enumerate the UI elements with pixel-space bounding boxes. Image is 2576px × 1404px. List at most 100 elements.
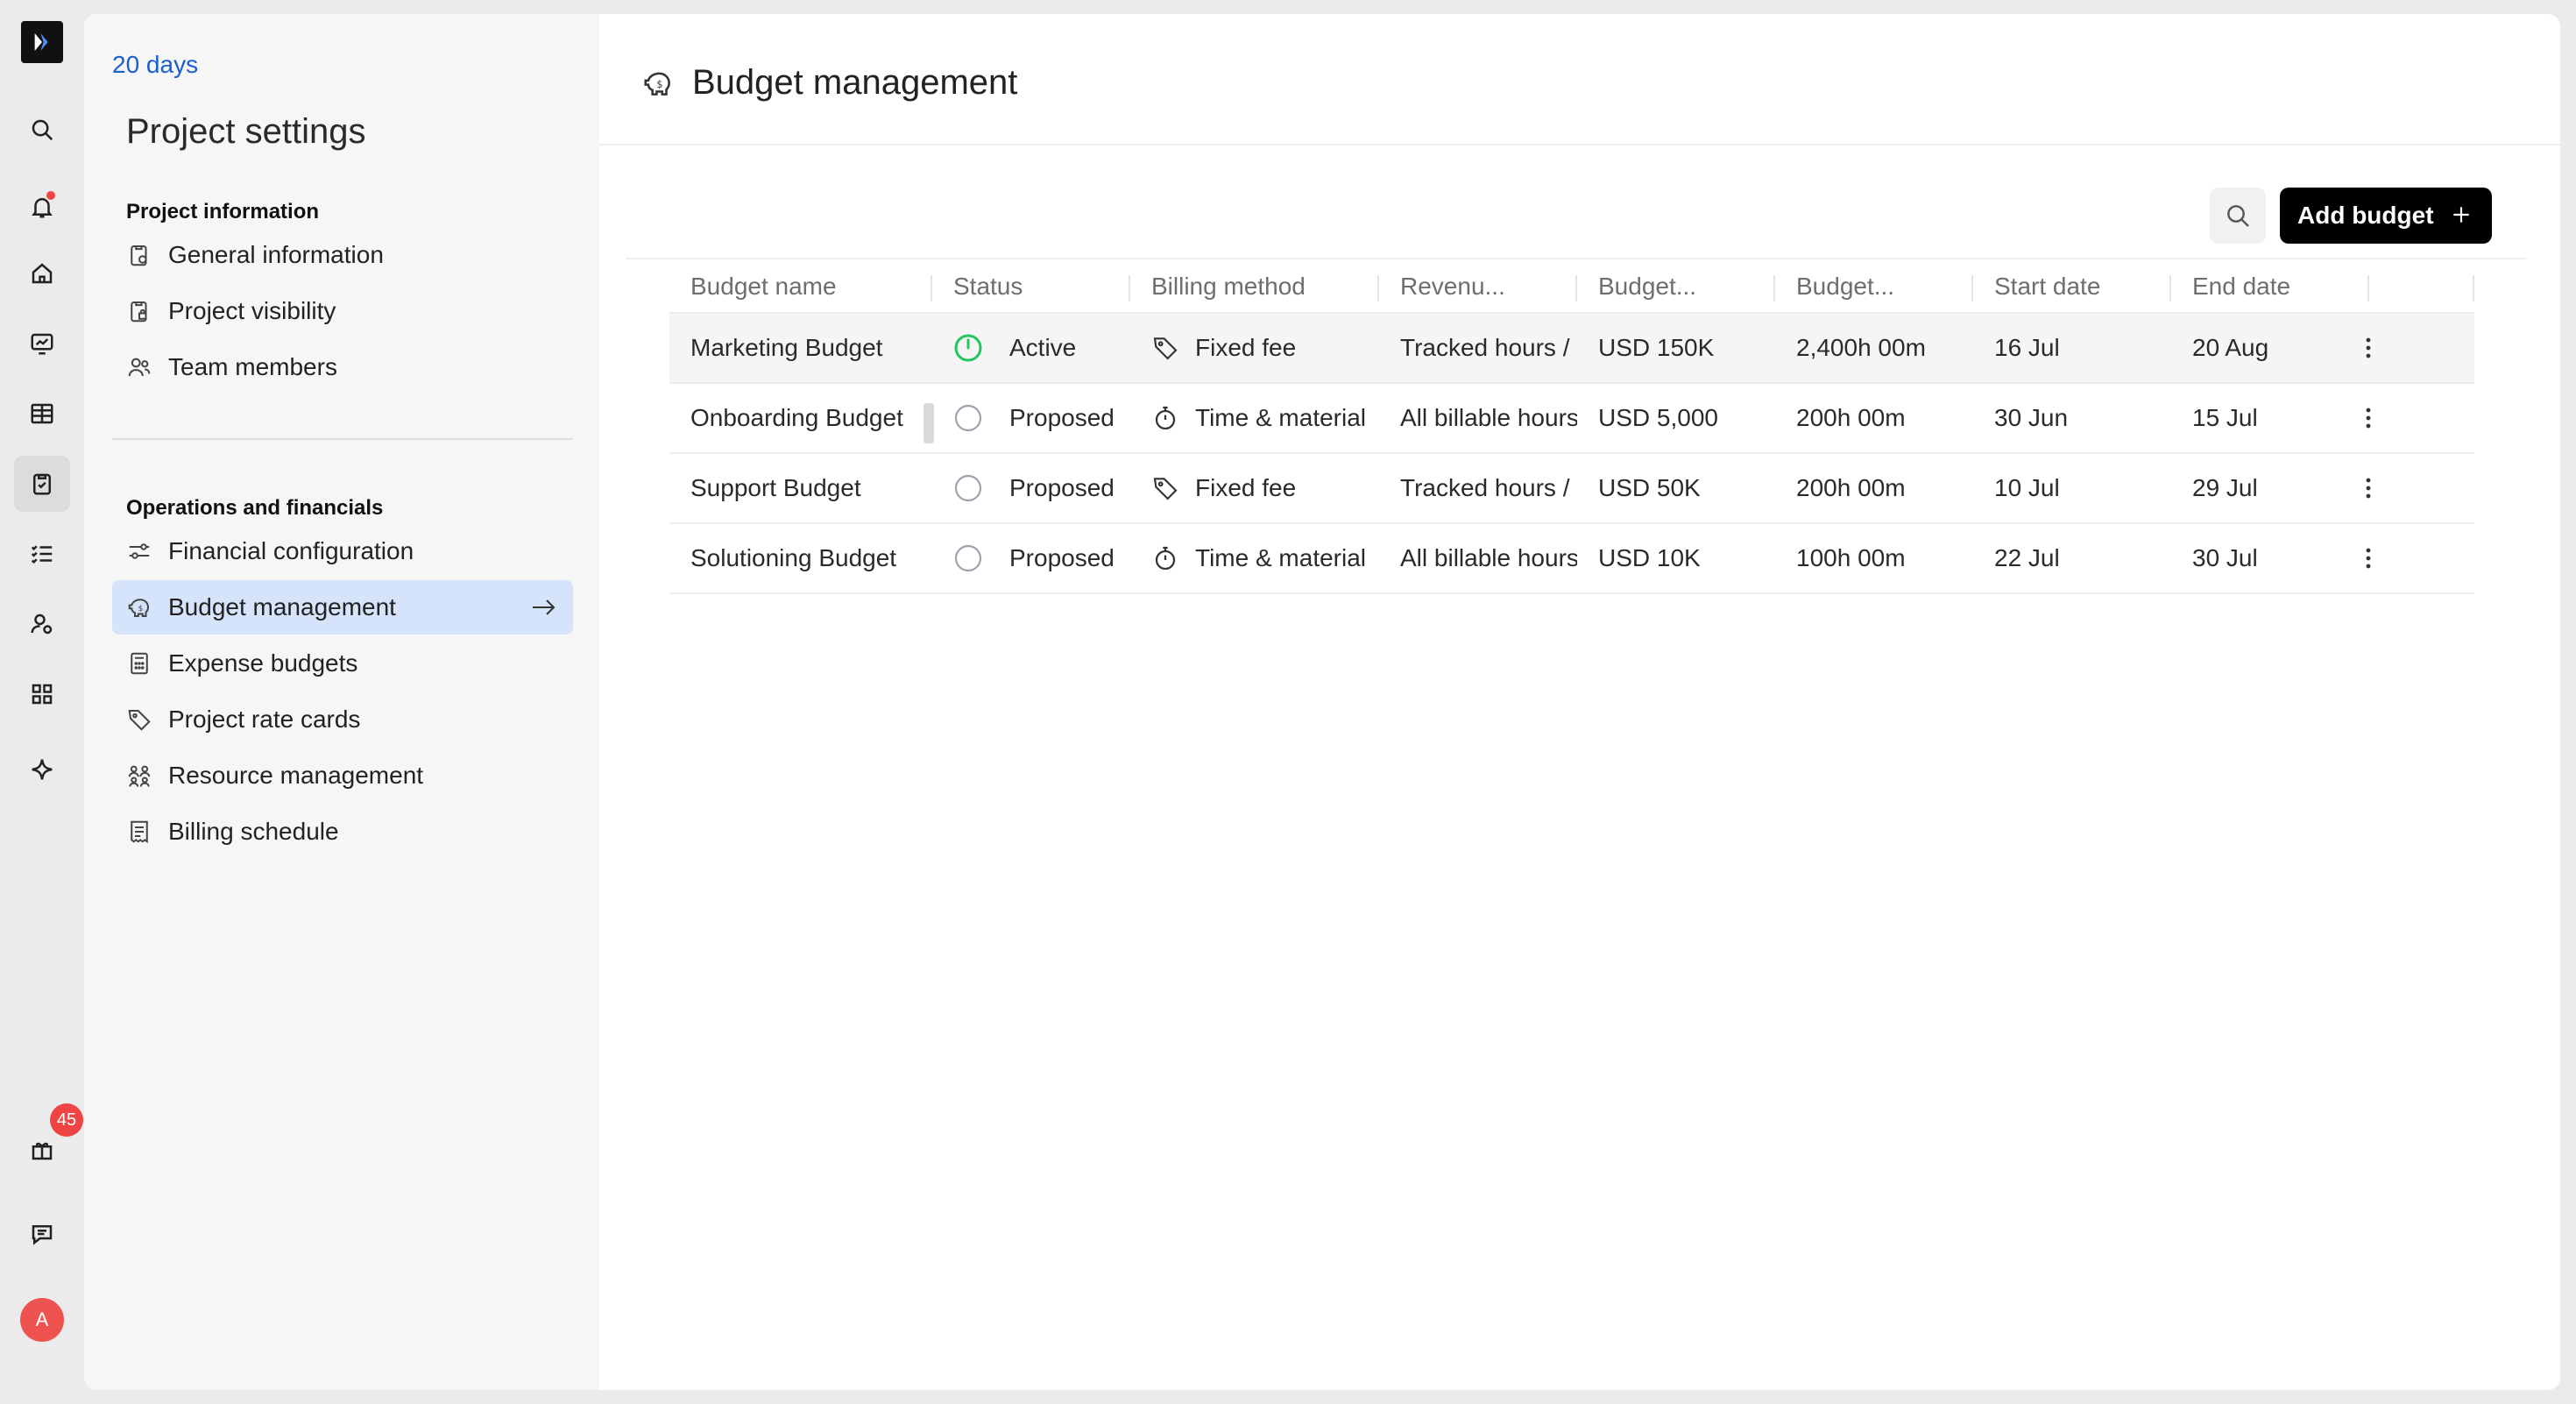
table-search-button[interactable] bbox=[2210, 188, 2266, 244]
column-header[interactable]: Budget name bbox=[669, 259, 932, 314]
status-cell: Proposed bbox=[932, 384, 1130, 452]
status-proposed-icon bbox=[953, 403, 983, 433]
nav-item-label: Project visibility bbox=[168, 297, 336, 324]
end-date-cell: 30 Jul bbox=[2192, 544, 2258, 571]
bell-icon[interactable] bbox=[14, 179, 70, 235]
receipt-icon bbox=[126, 819, 152, 845]
home-icon[interactable] bbox=[14, 245, 70, 301]
search-icon[interactable] bbox=[14, 102, 70, 158]
billing-method-label: Time & material bbox=[1195, 544, 1367, 571]
budget-amount-cell: USD 50K bbox=[1598, 474, 1701, 501]
column-header[interactable]: Revenu... bbox=[1379, 259, 1577, 314]
column-header[interactable]: Billing method bbox=[1130, 259, 1379, 314]
clipboard-check-icon[interactable] bbox=[14, 456, 70, 512]
settings-panel: 20 days Project settings Project informa… bbox=[84, 14, 599, 1390]
add-budget-label: Add budget bbox=[2297, 202, 2434, 229]
row-menu-button[interactable] bbox=[2342, 384, 2395, 452]
budget-hours-cell: 200h 00m bbox=[1796, 474, 1906, 501]
nav-item-expense-budgets[interactable]: Expense budgets bbox=[112, 636, 573, 691]
billing-method-cell: Time & material bbox=[1130, 524, 1379, 592]
panel-title: Project settings bbox=[126, 112, 366, 151]
kebab-menu-icon bbox=[2366, 408, 2371, 429]
calculator-icon bbox=[126, 650, 152, 677]
row-menu-button[interactable] bbox=[2342, 524, 2395, 592]
budget-name-cell: Support Budget bbox=[690, 474, 861, 501]
table-row[interactable]: Solutioning Budget Proposed Time & mater… bbox=[669, 524, 2474, 594]
budget-hours-cell: 100h 00m bbox=[1796, 544, 1906, 571]
row-menu-button[interactable] bbox=[2342, 314, 2395, 382]
svg-text:$: $ bbox=[656, 79, 662, 90]
budget-table: Budget name Status Billing method Revenu… bbox=[669, 259, 2474, 594]
table-header: Budget name Status Billing method Revenu… bbox=[669, 259, 2474, 314]
dashboard-icon[interactable] bbox=[14, 316, 70, 372]
budget-name-cell: Solutioning Budget bbox=[690, 544, 897, 571]
table-row[interactable]: Support Budget Proposed Fixed fee Tracke… bbox=[669, 454, 2474, 524]
end-date-cell: 29 Jul bbox=[2192, 474, 2258, 501]
sparkle-icon[interactable] bbox=[14, 741, 70, 798]
user-settings-icon[interactable] bbox=[14, 596, 70, 652]
chat-icon[interactable] bbox=[14, 1206, 70, 1262]
nav-item-label: Expense budgets bbox=[168, 649, 358, 677]
revenue-cell: All billable hours bbox=[1400, 544, 1577, 571]
status-proposed-icon bbox=[953, 473, 983, 503]
budget-name-cell: Marketing Budget bbox=[690, 334, 883, 361]
revenue-cell: All billable hours bbox=[1400, 404, 1577, 431]
column-header[interactable]: Budget... bbox=[1577, 259, 1775, 314]
stopwatch-icon bbox=[1151, 544, 1179, 572]
billing-method-cell: Fixed fee bbox=[1130, 314, 1379, 382]
sliders-icon bbox=[126, 538, 152, 564]
column-header[interactable]: Status bbox=[932, 259, 1130, 314]
clipboard-lock-icon bbox=[126, 298, 152, 324]
nav-item-billing-schedule[interactable]: Billing schedule bbox=[112, 805, 573, 859]
status-cell: Proposed bbox=[932, 524, 1130, 592]
row-menu-button[interactable] bbox=[2342, 454, 2395, 522]
budget-hours-cell: 200h 00m bbox=[1796, 404, 1906, 431]
avatar[interactable]: A bbox=[20, 1298, 64, 1342]
piggy-bank-icon: $ bbox=[644, 72, 670, 96]
piggy-bank-icon: $ bbox=[126, 594, 152, 620]
table-row[interactable]: Onboarding Budget Proposed Time & materi… bbox=[669, 384, 2474, 454]
column-header[interactable]: Budget... bbox=[1775, 259, 1973, 314]
budget-amount-cell: USD 5,000 bbox=[1598, 404, 1718, 431]
apps-icon[interactable] bbox=[14, 666, 70, 722]
page-title: Budget management bbox=[692, 63, 1018, 102]
status-label: Proposed bbox=[1009, 404, 1115, 431]
status-proposed-icon bbox=[953, 543, 983, 573]
column-header-actions bbox=[2369, 259, 2474, 314]
billing-method-cell: Fixed fee bbox=[1130, 454, 1379, 522]
nav-item-team-members[interactable]: Team members bbox=[112, 340, 573, 394]
nav-item-resource-management[interactable]: Resource management bbox=[112, 748, 573, 803]
arrow-right-icon bbox=[533, 599, 556, 615]
add-budget-button[interactable]: Add budget bbox=[2280, 188, 2492, 244]
section-label: Operations and financials bbox=[126, 496, 384, 520]
status-cell: Active bbox=[932, 314, 1130, 382]
status-label: Proposed bbox=[1009, 544, 1115, 571]
kebab-menu-icon bbox=[2366, 548, 2371, 569]
nav-item-project-rate-cards[interactable]: Project rate cards bbox=[112, 692, 573, 747]
search-icon bbox=[2227, 205, 2249, 227]
back-link[interactable]: 20 days bbox=[112, 51, 198, 79]
column-header[interactable]: End date bbox=[2171, 259, 2369, 314]
page-header: $ Budget management bbox=[599, 14, 2560, 145]
nav-item-budget-management[interactable]: $ Budget management bbox=[112, 580, 573, 635]
billing-method-label: Fixed fee bbox=[1195, 334, 1297, 361]
nav-item-general-information[interactable]: General information bbox=[112, 228, 573, 282]
icon-rail: 45 A bbox=[0, 0, 84, 1404]
logo-icon[interactable] bbox=[21, 21, 63, 63]
kebab-menu-icon bbox=[2366, 337, 2371, 358]
budget-amount-cell: USD 150K bbox=[1598, 334, 1715, 361]
table-icon[interactable] bbox=[14, 386, 70, 442]
nav-item-project-visibility[interactable]: Project visibility bbox=[112, 284, 573, 338]
budget-name-cell: Onboarding Budget bbox=[690, 404, 903, 431]
gift-count-badge: 45 bbox=[50, 1103, 83, 1137]
nav-item-label: Financial configuration bbox=[168, 537, 414, 564]
billing-method-label: Fixed fee bbox=[1195, 474, 1297, 501]
nav-item-financial-configuration[interactable]: Financial configuration bbox=[112, 524, 573, 578]
table-row[interactable]: Marketing Budget Active Fixed fee Tracke… bbox=[669, 314, 2474, 384]
budget-amount-cell: USD 10K bbox=[1598, 544, 1701, 571]
checklist-icon[interactable] bbox=[14, 526, 70, 582]
status-cell: Proposed bbox=[932, 454, 1130, 522]
start-date-cell: 16 Jul bbox=[1994, 334, 2060, 361]
end-date-cell: 15 Jul bbox=[2192, 404, 2258, 431]
column-header[interactable]: Start date bbox=[1973, 259, 2171, 314]
